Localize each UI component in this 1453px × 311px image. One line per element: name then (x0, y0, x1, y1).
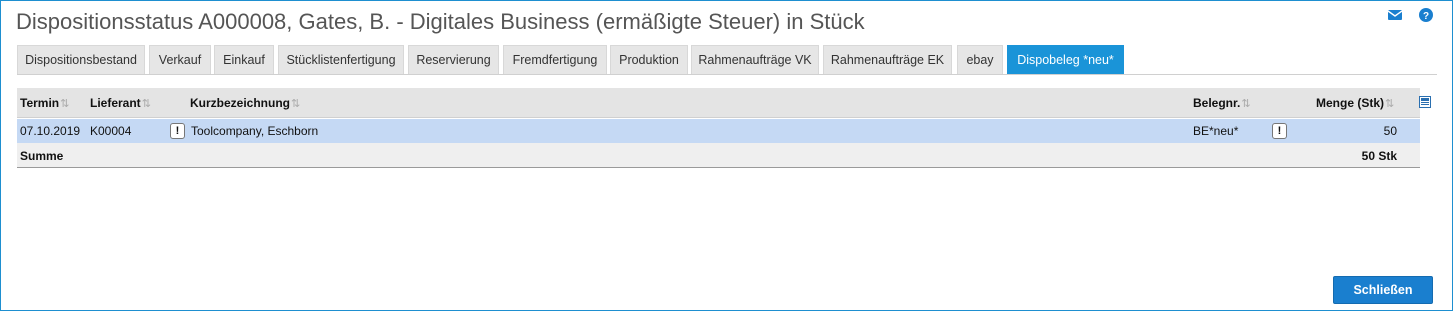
column-header-label: Belegnr. (1193, 96, 1241, 110)
lieferant-info-button[interactable]: ! (170, 123, 185, 139)
column-header-label: Kurzbezeichnung (190, 96, 291, 110)
column-header-lieferant[interactable]: Lieferant⇅ (90, 96, 151, 110)
table-header: Termin⇅ Lieferant⇅ Kurzbezeichnung⇅ Bele… (17, 88, 1431, 118)
sort-icon[interactable]: ⇅ (1241, 98, 1250, 110)
tab-fremdfertigung[interactable]: Fremdfertigung (503, 45, 607, 74)
tab-rahmenauftraege-vk[interactable]: Rahmenaufträge VK (691, 45, 819, 74)
column-header-label: Menge (Stk) (1316, 96, 1385, 110)
column-header-kurzbezeichnung[interactable]: Kurzbezeichnung⇅ (190, 96, 300, 110)
help-icon[interactable]: ? (1418, 7, 1434, 23)
sort-icon[interactable]: ⇅ (1385, 98, 1394, 110)
column-header-termin[interactable]: Termin⇅ (20, 96, 69, 110)
column-header-menge[interactable]: Menge (Stk)⇅ (1316, 96, 1394, 110)
tab-ebay[interactable]: ebay (957, 45, 1003, 74)
summary-row: Summe 50 Stk (17, 143, 1420, 168)
tab-rahmenauftraege-ek[interactable]: Rahmenaufträge EK (823, 45, 952, 74)
column-header-belegnr[interactable]: Belegnr.⇅ (1193, 96, 1251, 110)
tab-produktion[interactable]: Produktion (610, 45, 688, 74)
svg-text:?: ? (1423, 11, 1429, 22)
table-row[interactable]: 07.10.2019 K00004 ! Toolcompany, Eschbor… (17, 119, 1420, 143)
cell-termin: 07.10.2019 (20, 124, 81, 138)
column-header-label: Lieferant (90, 96, 141, 110)
tab-dispobeleg-neu[interactable]: Dispobeleg *neu* (1007, 45, 1124, 74)
mail-icon[interactable] (1387, 7, 1403, 23)
tab-reservierung[interactable]: Reservierung (408, 45, 499, 74)
summary-label: Summe (20, 149, 64, 163)
column-settings-icon[interactable] (1419, 96, 1431, 108)
summary-menge: 50 Stk (1361, 149, 1397, 163)
cell-belegnr: BE*neu* (1193, 124, 1239, 138)
tab-verkauf[interactable]: Verkauf (149, 45, 211, 74)
beleg-info-button[interactable]: ! (1272, 123, 1287, 139)
sort-icon[interactable]: ⇅ (60, 98, 69, 110)
column-header-label: Termin (20, 96, 60, 110)
cell-kurzbezeichnung: Toolcompany, Eschborn (191, 124, 319, 138)
tabs-divider (17, 74, 1437, 75)
tab-einkauf[interactable]: Einkauf (214, 45, 274, 74)
tab-stuecklistenfertigung[interactable]: Stücklistenfertigung (278, 45, 404, 74)
cell-menge: 50 (1383, 124, 1397, 138)
sort-icon[interactable]: ⇅ (142, 98, 151, 110)
close-button[interactable]: Schließen (1333, 276, 1433, 304)
cell-lieferant: K00004 (90, 124, 132, 138)
sort-icon[interactable]: ⇅ (291, 98, 300, 110)
page-title: Dispositionsstatus A000008, Gates, B. - … (16, 9, 865, 34)
tab-dispositionsbestand[interactable]: Dispositionsbestand (17, 45, 145, 74)
